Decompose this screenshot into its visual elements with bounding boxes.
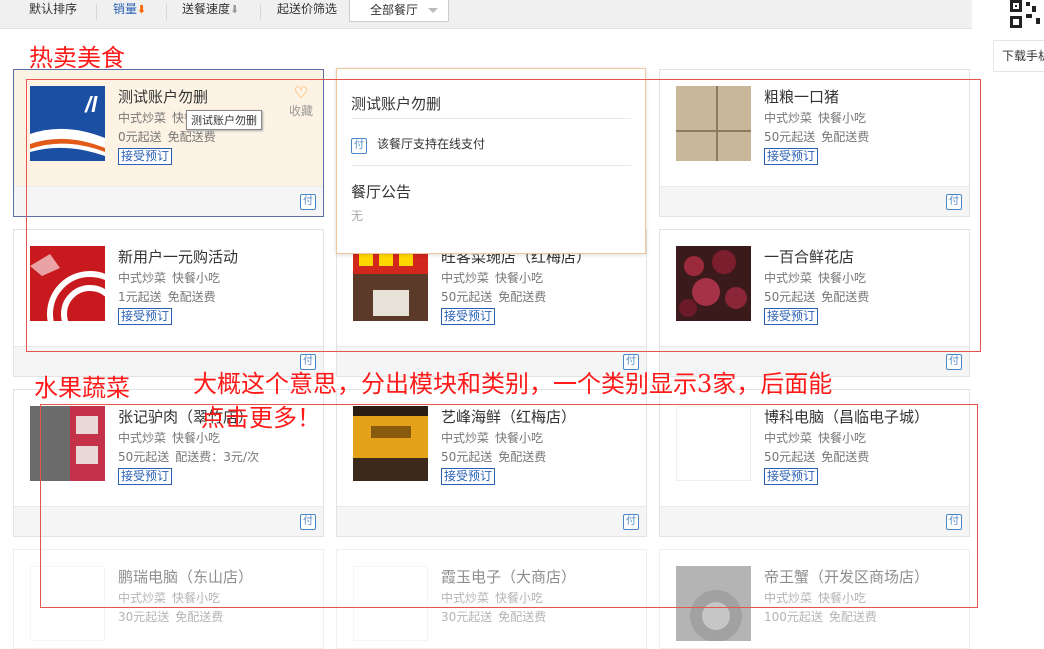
online-pay-icon: 付 [946,354,962,370]
arrow-down-icon: ⬇ [137,3,147,16]
sort-delivery-speed[interactable]: 送餐速度⬇ [182,0,239,28]
sort-sales-label: 销量 [113,2,138,16]
annotation-box [40,404,978,608]
sort-bar: 默认排序 销量⬇ 送餐速度⬇ 起送价筛选 全部餐厅 [0,0,972,29]
app-download-link[interactable]: 下载手机 [993,40,1044,72]
annotation-fruit-veg: 水果蔬菜 [34,374,130,402]
divider [96,4,97,20]
sort-sales[interactable]: 销量⬇ [113,0,146,28]
restaurant-fees: 30元起送 免配送费 [441,608,552,625]
annotation-box [26,79,981,352]
min-order: 30元起送 [441,610,493,624]
restaurant-filter-select[interactable]: 全部餐厅 [349,0,449,22]
divider [166,4,167,20]
delivery-fee: 免配送费 [498,610,547,624]
annotation-note-line1: 大概这个意思，分出模块和类别，一个类别显示3家，后面能 [193,370,833,398]
divider [260,4,261,20]
min-order: 100元起送 [764,610,823,624]
delivery-fee: 免配送费 [175,610,224,624]
restaurant-fees: 30元起送 免配送费 [118,608,229,625]
qr-code[interactable] [1008,0,1044,28]
min-order: 30元起送 [118,610,170,624]
delivery-fee: 免配送费 [828,610,877,624]
min-price-filter[interactable]: 起送价筛选 [277,0,337,28]
restaurant-fees: 100元起送 免配送费 [764,608,883,625]
sort-speed-label: 送餐速度 [182,2,231,16]
sort-default[interactable]: 默认排序 [29,0,77,28]
annotation-hot-food: 热卖美食 [29,44,125,72]
arrow-down-icon: ⬇ [230,3,240,16]
chevron-down-icon [428,8,438,13]
restaurant-filter-value: 全部餐厅 [370,3,419,17]
